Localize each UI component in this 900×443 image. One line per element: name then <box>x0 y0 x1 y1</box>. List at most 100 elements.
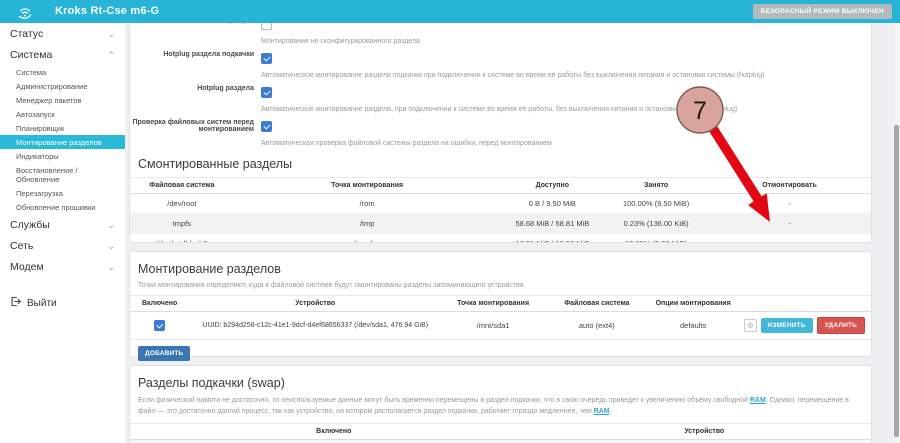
swap-card: Разделы подкачки (swap) Если физической … <box>129 365 872 443</box>
main-content: Неизвестный раздел Монтирование не сконф… <box>125 23 900 443</box>
sidebar-item-indicators[interactable]: Индикаторы <box>0 149 125 163</box>
ram-link[interactable]: RAM <box>594 408 610 415</box>
col-header-used: Занято <box>604 178 708 194</box>
sidebar: Статус ⌄ Система ⌃ Система Администриров… <box>0 23 126 443</box>
cell-mount-point: /rom <box>234 194 501 214</box>
chevron-down-icon: ⌄ <box>107 242 115 250</box>
logout-button[interactable]: Выйти <box>0 291 125 315</box>
mounting-config-card: Монтирование разделов Точки монтирования… <box>129 251 872 357</box>
sidebar-item-firmware-update[interactable]: Обновление прошивки <box>0 200 125 214</box>
table-header-row: Включено Устройство Точка монтирования Ф… <box>130 296 871 312</box>
table-header-row: Файловая система Точка монтирования Дост… <box>130 178 871 194</box>
mounted-partitions-title: Смонтированные разделы <box>138 157 863 171</box>
table-row: /dev/mtdblock6 /overlay 16.21 MiB / 18.5… <box>130 234 871 244</box>
option-label: Проверка файловых систем перед монтирова… <box>130 119 254 133</box>
cell-mount-point: /mnt/sda1 <box>441 312 545 340</box>
sidebar-item-network[interactable]: Сеть ⌄ <box>0 235 125 256</box>
option-row-hotplug-swap: Hotplug раздела подкачки Автоматическое … <box>130 48 871 79</box>
col-header-device: Устройство <box>189 296 441 312</box>
chevron-down-icon: ⌄ <box>107 263 115 271</box>
logout-label: Выйти <box>27 298 57 309</box>
sidebar-item-label: Сеть <box>10 240 33 252</box>
sidebar-item-label: Статус <box>10 28 43 40</box>
cell-used: 12.39% (2.29 MiB) <box>604 234 708 244</box>
mounting-table: Включено Устройство Точка монтирования Ф… <box>130 295 871 340</box>
scrollbar-thumb[interactable] <box>894 125 899 437</box>
cell-available: 0 B / 9.50 MiB <box>500 194 604 214</box>
sidebar-item-system[interactable]: Система ⌃ <box>0 44 125 65</box>
col-header-enabled: Включено <box>130 296 189 312</box>
ram-link[interactable]: RAM <box>750 397 766 404</box>
add-button[interactable]: ДОБАВИТЬ <box>138 346 190 361</box>
mounting-title: Монтирование разделов <box>138 262 863 276</box>
col-header-enabled: Включено <box>130 424 538 440</box>
cell-filesystem: tmpfs <box>130 214 234 234</box>
col-header-device: Устройство <box>538 424 871 440</box>
option-description: Монтирование не сконфигурированного разд… <box>261 38 871 45</box>
sidebar-item-mounting-partitions[interactable]: Монтирование разделов <box>0 135 125 149</box>
option-label: Hotplug раздела подкачки <box>130 51 254 58</box>
sidebar-system-submenu: Система Администрирование Менеджер пакет… <box>0 65 125 214</box>
cell-mount-point: /overlay <box>234 234 501 244</box>
brand-wifi-icon <box>16 3 34 21</box>
cell-device: UUID: b294d258-c12c-41e1-9dcf-d4ef686563… <box>189 312 441 340</box>
sidebar-item-scheduler[interactable]: Планировщик <box>0 121 125 135</box>
top-bar: Kroks Rt-Cse m6-G БЕЗОПАСНЫЙ РЕЖИМ ВЫКЛЮ… <box>0 0 900 23</box>
chevron-up-icon: ⌃ <box>107 51 115 59</box>
table-row: /dev/root /rom 0 B / 9.50 MiB 100.00% (9… <box>130 194 871 214</box>
sidebar-item-package-manager[interactable]: Менеджер пакетов <box>0 93 125 107</box>
table-row: tmpfs /tmp 58.68 MiB / 58.81 MiB 0.23% (… <box>130 214 871 234</box>
swap-text: . <box>610 408 612 415</box>
sidebar-item-status[interactable]: Статус ⌄ <box>0 23 125 44</box>
hotplug-partition-checkbox[interactable] <box>261 87 272 98</box>
swap-title: Разделы подкачки (swap) <box>138 376 863 390</box>
sidebar-item-reboot[interactable]: Перезагрузка <box>0 186 125 200</box>
sidebar-item-modem[interactable]: Модем ⌄ <box>0 256 125 277</box>
cell-unmount: - <box>708 194 871 214</box>
page-scrollbar[interactable] <box>893 23 900 443</box>
safe-mode-button[interactable]: БЕЗОПАСНЫЙ РЕЖИМ ВЫКЛЮЧЕН <box>753 4 892 19</box>
hotplug-swap-checkbox[interactable] <box>261 53 272 64</box>
col-header-filesystem: Файловая система <box>130 178 234 194</box>
cell-used: 100.00% (9.50 MiB) <box>604 194 708 214</box>
cell-filesystem: /dev/mtdblock6 <box>130 234 234 244</box>
option-label: Hotplug раздела <box>130 85 254 92</box>
mount-config-row: UUID: b294d258-c12c-41e1-9dcf-d4ef686563… <box>130 312 871 340</box>
sidebar-item-restore-update[interactable]: Восстановление / Обновление <box>0 163 125 186</box>
option-description: Автоматическое монтирование раздела подк… <box>261 72 871 79</box>
swap-description: Если физической памяти не достаточно, то… <box>138 396 863 417</box>
option-description: Автоматическое монтирование раздела, при… <box>261 106 871 113</box>
col-header-mount-options: Опции монтирования <box>649 296 738 312</box>
mount-enabled-checkbox[interactable] <box>154 320 165 331</box>
cell-available: 58.68 MiB / 58.81 MiB <box>500 214 604 234</box>
sidebar-item-administration[interactable]: Администрирование <box>0 79 125 93</box>
chevron-down-icon: ⌄ <box>107 221 115 229</box>
option-row-hotplug-partition: Hotplug раздела Автоматическое монтирова… <box>130 82 871 113</box>
mounted-partitions-table: Файловая система Точка монтирования Дост… <box>130 177 871 243</box>
chevron-down-icon: ⌄ <box>107 30 115 38</box>
col-header-mount-point: Точка монтирования <box>234 178 501 194</box>
cell-filesystem: auto (ext4) <box>545 312 649 340</box>
cell-filesystem: /dev/root <box>130 194 234 214</box>
sidebar-item-system-general[interactable]: Система <box>0 65 125 79</box>
cell-mount-options: defaults <box>649 312 738 340</box>
sidebar-item-autostart[interactable]: Автозапуск <box>0 107 125 121</box>
col-header-mount-point: Точка монтирования <box>441 296 545 312</box>
cell-unmount: - <box>708 214 871 234</box>
delete-button[interactable]: УДАЛИТЬ <box>817 317 865 334</box>
unknown-partition-checkbox[interactable] <box>261 23 272 30</box>
cell-mount-point: /tmp <box>234 214 501 234</box>
sidebar-item-label: Модем <box>10 261 44 273</box>
cell-used: 0.23% (136.00 KiB) <box>604 214 708 234</box>
logout-icon <box>10 296 21 310</box>
mounting-description: Точки монтирования определяют, куда в фа… <box>138 282 863 289</box>
swap-table: Включено Устройство Здесь пока что пусто <box>130 423 871 443</box>
col-header-actions <box>738 296 871 312</box>
sidebar-item-services[interactable]: Службы ⌄ <box>0 214 125 235</box>
option-description: Автоматическая проверка файловой системы… <box>261 140 871 147</box>
sidebar-item-label: Службы <box>10 219 50 231</box>
mount-status-icon-button[interactable]: ◎ <box>744 319 757 332</box>
fsck-checkbox[interactable] <box>261 121 272 132</box>
edit-button[interactable]: ИЗМЕНИТЬ <box>761 318 813 333</box>
table-header-row: Включено Устройство <box>130 424 871 440</box>
